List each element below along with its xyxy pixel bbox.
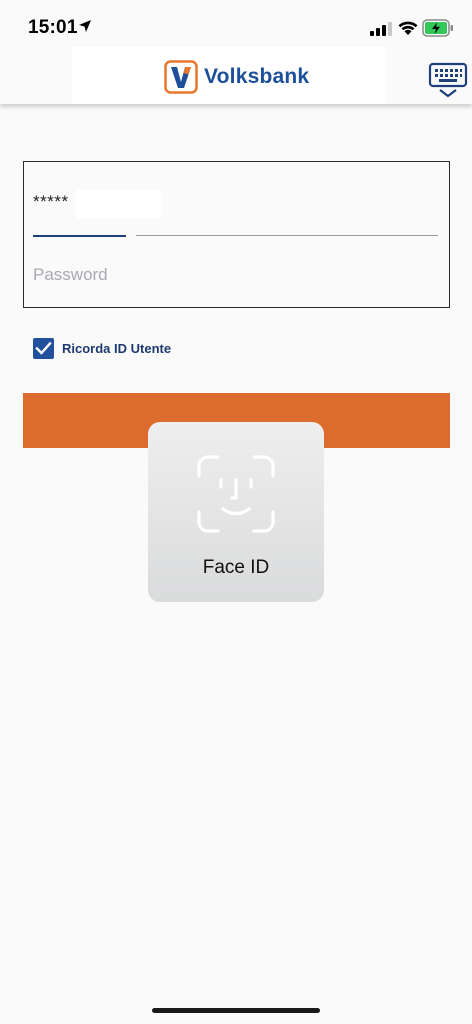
userid-underline-active	[33, 235, 126, 237]
volksbank-logo-icon	[164, 60, 198, 94]
password-field[interactable]	[33, 260, 433, 290]
status-bar: 15:01	[0, 0, 472, 46]
home-indicator[interactable]	[152, 1008, 320, 1013]
checkmark-icon	[35, 341, 52, 355]
app-header: Volksbank	[0, 46, 472, 104]
remember-userid-checkbox[interactable]	[33, 338, 54, 359]
remember-userid-label: Ricorda ID Utente	[62, 341, 172, 356]
battery-charging-icon	[422, 19, 453, 37]
wifi-icon	[398, 21, 418, 35]
userid-autofill-highlight	[76, 190, 162, 218]
location-arrow-icon	[79, 20, 91, 32]
userid-field[interactable]: *****	[33, 192, 69, 212]
status-time: 15:01	[28, 17, 78, 38]
faceid-label: Face ID	[202, 557, 270, 578]
login-card: *****	[23, 161, 450, 308]
cellular-signal-icon	[370, 22, 392, 36]
face-id-icon	[197, 455, 275, 533]
faceid-overlay: Face ID	[148, 422, 324, 602]
userid-underline	[136, 235, 438, 236]
brand-logo: Volksbank	[72, 46, 386, 104]
brand-name: Volksbank	[204, 65, 310, 88]
keyboard-hide-icon[interactable]	[428, 62, 468, 100]
